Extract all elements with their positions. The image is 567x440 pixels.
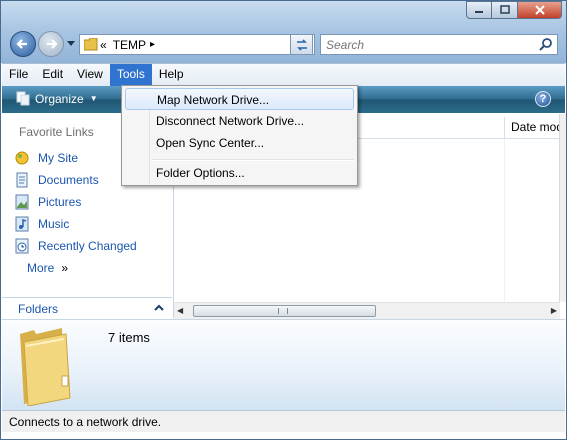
favorite-link-label: Documents: [38, 173, 99, 187]
menu-help[interactable]: Help: [152, 64, 191, 86]
address-bar[interactable]: « TEMP ▸: [79, 34, 315, 55]
vertical-scrollbar[interactable]: [559, 114, 566, 302]
organize-dropdown-arrow: ▼: [89, 94, 98, 103]
title-address-bar: « TEMP ▸: [1, 1, 566, 63]
menu-item-label: Map Network Drive...: [157, 93, 270, 107]
search-box[interactable]: [320, 34, 558, 55]
menu-edit[interactable]: Edit: [35, 64, 70, 86]
chevron-up-icon[interactable]: [154, 302, 164, 314]
more-label: More: [27, 261, 55, 275]
scrollbar-thumb[interactable]: [193, 305, 376, 317]
status-bar: Connects to a network drive.: [2, 410, 565, 432]
favorite-link-my-site[interactable]: My Site: [14, 147, 137, 169]
favorite-link-music[interactable]: Music: [14, 213, 137, 235]
favorite-links-more[interactable]: More »: [14, 257, 137, 279]
menu-item-open-sync-center[interactable]: Open Sync Center...: [125, 132, 354, 154]
organize-label: Organize: [35, 91, 84, 106]
address-overflow[interactable]: «: [100, 38, 107, 52]
refresh-button[interactable]: [290, 34, 313, 55]
horizontal-scrollbar[interactable]: ◀ ▶: [174, 302, 560, 320]
favorite-links-header: Favorite Links: [19, 125, 94, 139]
favorite-link-label: Music: [38, 217, 70, 231]
explorer-window: « TEMP ▸ File Edit View Tools Help Organ…: [0, 0, 567, 440]
search-icon[interactable]: [539, 37, 553, 51]
recent-pages-dropdown-icon[interactable]: [67, 41, 75, 47]
column-divider: [504, 139, 505, 302]
favorite-link-label: Recently Changed: [38, 239, 137, 253]
menu-item-label: Open Sync Center...: [156, 136, 265, 150]
minimize-icon: [475, 11, 483, 13]
address-separator[interactable]: ▸: [150, 39, 155, 50]
menu-item-folder-options[interactable]: Folder Options...: [125, 162, 354, 184]
menu-separator: [152, 159, 354, 161]
back-button[interactable]: [10, 31, 36, 57]
favorite-link-recently-changed[interactable]: Recently Changed: [14, 235, 137, 257]
navigation-buttons: [10, 31, 75, 57]
documents-icon: [14, 172, 30, 188]
refresh-icon: [296, 38, 307, 51]
item-count: 7 items: [108, 330, 150, 345]
pictures-icon: [14, 194, 30, 210]
large-folder-icon: [20, 328, 71, 406]
favorite-link-label: Pictures: [38, 195, 82, 209]
column-header-date-modified[interactable]: Date mod: [504, 117, 561, 138]
maximize-icon: [499, 5, 510, 14]
favorite-links-list: My Site Documents Pictures Music Recentl…: [14, 147, 137, 279]
chevron-double-right-icon: »: [61, 261, 69, 275]
maximize-button[interactable]: [492, 1, 518, 19]
search-input[interactable]: [321, 35, 536, 54]
details-pane: 7 items: [2, 319, 565, 411]
favorite-link-pictures[interactable]: Pictures: [14, 191, 137, 213]
globe-person-icon: [14, 150, 30, 166]
music-icon: [14, 216, 30, 232]
menu-item-map-network-drive[interactable]: Map Network Drive...: [125, 88, 354, 110]
organize-button[interactable]: Organize ▼: [16, 91, 98, 106]
menu-item-label: Folder Options...: [156, 166, 245, 180]
favorite-link-documents[interactable]: Documents: [14, 169, 137, 191]
help-button[interactable]: ?: [535, 91, 551, 107]
menu-view[interactable]: View: [70, 64, 110, 86]
tools-menu-dropdown: Map Network Drive... Disconnect Network …: [121, 85, 358, 186]
menu-file[interactable]: File: [2, 64, 35, 86]
menu-item-label: Disconnect Network Drive...: [156, 114, 305, 128]
folder-icon: [84, 38, 98, 51]
close-button[interactable]: [518, 1, 562, 19]
close-icon: [534, 5, 545, 15]
menu-bar: File Edit View Tools Help: [2, 63, 565, 87]
menu-tools[interactable]: Tools: [109, 64, 152, 86]
recently-changed-icon: [14, 238, 30, 254]
folders-toggle-bar[interactable]: Folders: [2, 297, 172, 320]
scroll-left-icon[interactable]: ◀: [177, 306, 183, 315]
address-crumb-temp[interactable]: TEMP: [113, 38, 146, 52]
status-text: Connects to a network drive.: [9, 415, 162, 429]
organize-icon: [16, 91, 30, 106]
menu-item-disconnect-network-drive[interactable]: Disconnect Network Drive...: [125, 110, 354, 132]
forward-button[interactable]: [38, 31, 64, 57]
minimize-button[interactable]: [466, 1, 492, 19]
favorite-link-label: My Site: [38, 151, 79, 165]
scroll-right-icon[interactable]: ▶: [551, 306, 557, 315]
arrow-left-icon: [16, 39, 27, 49]
folders-label: Folders: [18, 302, 59, 316]
window-controls: [466, 1, 562, 19]
arrow-right-icon: [47, 39, 58, 49]
